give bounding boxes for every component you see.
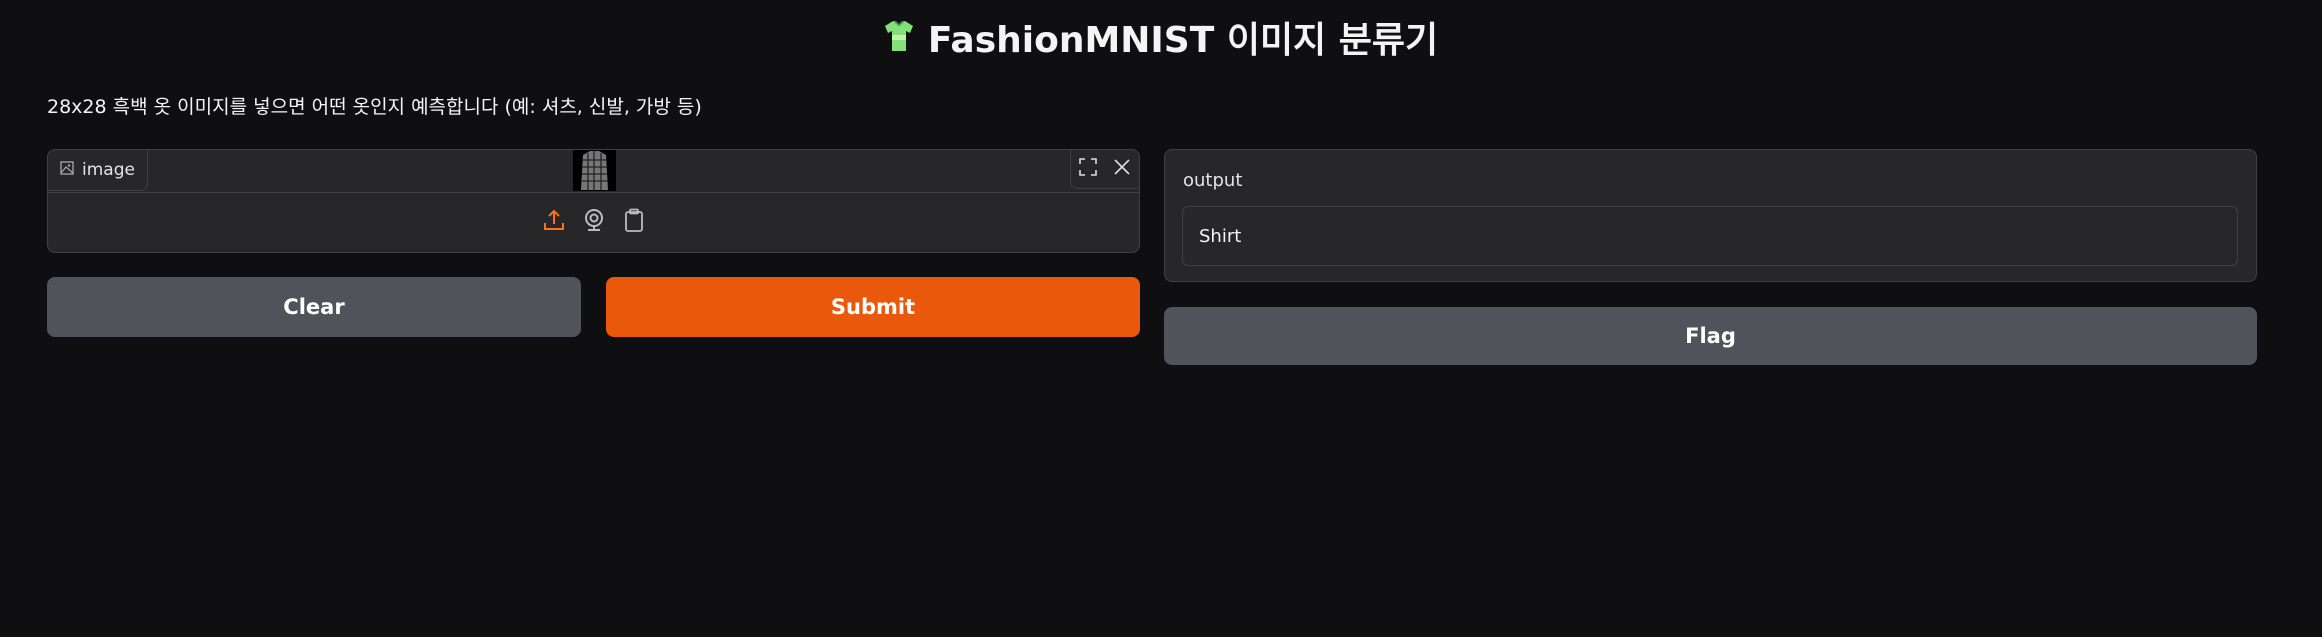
- image-label: image: [48, 150, 148, 191]
- output-label: output: [1183, 170, 1243, 191]
- submit-button[interactable]: Submit: [606, 277, 1140, 337]
- title-text: FashionMNIST 이미지 분류기: [927, 20, 1439, 61]
- description: 28x28 흑백 옷 이미지를 넣으면 어떤 옷인지 예측합니다 (예: 셔츠,…: [47, 96, 702, 118]
- upload-icon[interactable]: [542, 208, 566, 236]
- t-shirt-icon: [884, 15, 914, 69]
- page-title: FashionMNIST 이미지 분류기: [0, 14, 2322, 69]
- image-input[interactable]: image: [47, 149, 1140, 253]
- clipboard-icon[interactable]: [622, 208, 646, 236]
- fullscreen-icon[interactable]: [1079, 158, 1097, 180]
- image-tools: [1070, 150, 1139, 189]
- webcam-icon[interactable]: [582, 208, 606, 236]
- image-icon: [60, 160, 74, 180]
- image-input-header: image: [48, 150, 1139, 193]
- output-panel: output Shirt: [1164, 149, 2257, 282]
- clear-button[interactable]: Clear: [47, 277, 581, 337]
- source-selector: [48, 208, 1139, 236]
- flag-button[interactable]: Flag: [1164, 307, 2257, 365]
- output-textbox[interactable]: Shirt: [1182, 206, 2238, 266]
- image-preview: [573, 150, 616, 191]
- close-icon[interactable]: [1113, 158, 1131, 180]
